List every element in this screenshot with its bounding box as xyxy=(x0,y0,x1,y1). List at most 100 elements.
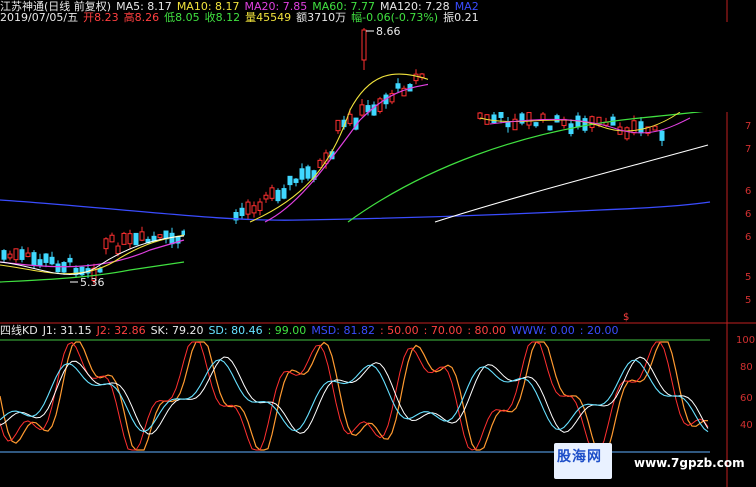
high-price-label: 8.66 xyxy=(376,25,401,38)
candle xyxy=(233,209,239,226)
kd-msd: MSD: 81.82 xyxy=(311,324,375,337)
long-ma-line xyxy=(434,144,709,223)
watermark-logo: 股海网 xyxy=(554,443,612,479)
candle xyxy=(533,121,539,128)
candle xyxy=(263,191,269,203)
kd-j2: J2: 32.86 xyxy=(96,324,146,337)
low-price-label: 5.36 xyxy=(80,276,105,289)
candle xyxy=(547,125,553,131)
kd-header: 四线KD J1: 31.15 J2: 32.86 SK: 79.20 SD: 80.46… xyxy=(0,324,623,337)
candle xyxy=(582,115,588,133)
candle xyxy=(540,110,546,123)
close-value: 收8.12 xyxy=(204,11,241,24)
candle xyxy=(377,96,383,114)
candle xyxy=(121,231,127,245)
kd-sd-line xyxy=(0,359,709,433)
candle xyxy=(491,111,497,124)
candle xyxy=(519,110,525,126)
candle xyxy=(659,129,665,147)
candle xyxy=(103,237,109,255)
candle xyxy=(561,116,567,129)
candle xyxy=(305,164,311,181)
indicator-tick: 100 xyxy=(736,335,756,346)
indicator-tick: 40 xyxy=(740,420,753,431)
candle xyxy=(293,178,299,187)
occlusion-box-middle xyxy=(185,224,571,263)
candle xyxy=(7,250,13,261)
candle xyxy=(269,184,275,201)
candle xyxy=(55,260,61,275)
kd-50: : 50.00 xyxy=(379,324,419,337)
candle xyxy=(395,78,401,93)
date-label: 2019/07/05/五 xyxy=(0,11,79,24)
axis-tick: 7 xyxy=(745,121,752,132)
candle xyxy=(13,248,19,263)
kd-j2-line xyxy=(0,341,709,451)
kd-99: : 99.00 xyxy=(267,324,307,337)
candle xyxy=(67,254,73,266)
volume-value: 量45549 xyxy=(245,11,292,24)
kd-80: : 80.00 xyxy=(467,324,507,337)
candle xyxy=(73,265,79,278)
candle xyxy=(407,83,413,92)
axis-tick: 6 xyxy=(745,232,752,243)
change-value: 幅-0.06(-0.73%) xyxy=(351,11,439,24)
candle xyxy=(25,247,31,258)
open-value: 开8.23 xyxy=(83,11,119,24)
watermark-url: www.7gpzb.com xyxy=(634,456,745,470)
candle xyxy=(389,89,395,105)
candle xyxy=(287,175,293,191)
axis-tick: 6 xyxy=(745,209,752,220)
candle xyxy=(335,119,341,134)
ma20-line xyxy=(264,83,431,223)
candle xyxy=(257,198,263,216)
candle xyxy=(163,230,169,244)
low-value: 低8.05 xyxy=(164,11,200,24)
candle xyxy=(299,163,305,183)
candle xyxy=(383,92,389,109)
kd-name: 四线KD xyxy=(0,324,38,337)
kd-j1-line xyxy=(0,341,709,451)
signal-mark: $ xyxy=(623,312,629,323)
candle xyxy=(43,253,49,268)
axis-tick: 5 xyxy=(745,295,752,306)
candle xyxy=(361,28,367,70)
candle xyxy=(610,113,616,126)
amplitude-value: 振0.21 xyxy=(443,11,479,24)
axis-tick: 5 xyxy=(745,272,752,283)
axis-tick: 7 xyxy=(745,144,752,155)
candle xyxy=(505,116,511,133)
candle xyxy=(49,251,55,266)
kd-www: WWW: 0.00 xyxy=(511,324,575,337)
candle xyxy=(281,184,287,200)
high-value: 高8.26 xyxy=(123,11,160,24)
kd-70: : 70.00 xyxy=(423,324,463,337)
amount-value: 额3710万 xyxy=(296,11,347,24)
ma60-line xyxy=(347,109,716,223)
candle xyxy=(127,229,133,249)
kd-j1: J1: 31.15 xyxy=(42,324,92,337)
price-header-line2: 2019/07/05/五 开8.23 高8.26 低8.05 收8.12 量45549 额3… xyxy=(0,11,484,24)
candle xyxy=(61,261,67,275)
candle xyxy=(245,199,251,220)
indicator-tick: 60 xyxy=(740,393,753,404)
candle xyxy=(624,126,630,141)
indicator-tick: 80 xyxy=(740,362,753,373)
candle xyxy=(139,226,145,242)
candle xyxy=(239,202,245,220)
candle xyxy=(1,249,7,262)
watermark: 股海网 www.7gpzb.com xyxy=(554,443,756,487)
kd-lines xyxy=(0,341,709,451)
candle xyxy=(19,246,25,263)
candle xyxy=(133,232,139,246)
candle xyxy=(251,201,257,218)
candle xyxy=(109,232,115,243)
candle xyxy=(554,113,560,123)
kd-20: : 20.00 xyxy=(579,324,619,337)
axis-tick: 6 xyxy=(745,186,752,197)
candle xyxy=(79,265,85,277)
kd-sd: SD: 80.46 xyxy=(208,324,263,337)
occlusion-box-top-right xyxy=(428,22,756,112)
candle xyxy=(359,99,365,117)
kd-sk: SK: 79.20 xyxy=(150,324,204,337)
